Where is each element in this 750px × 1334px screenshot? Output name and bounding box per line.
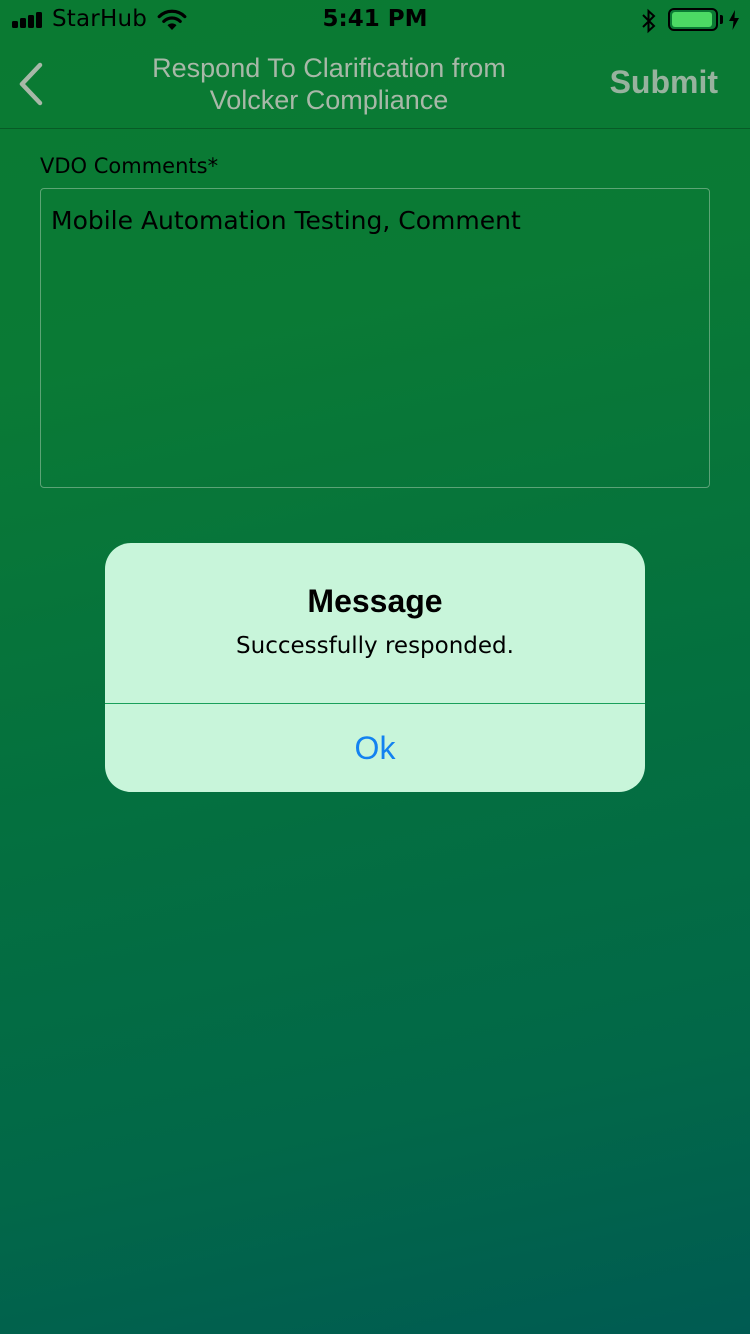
back-button[interactable]: [14, 60, 48, 108]
alert-message: Successfully responded.: [236, 633, 514, 659]
chevron-left-icon: [19, 62, 43, 106]
status-bar: StarHub 5:41 PM: [0, 0, 750, 40]
battery-icon: [668, 8, 718, 31]
battery-level-fill: [672, 12, 712, 27]
page-title: Respond To Clarification from Volcker Co…: [152, 53, 506, 115]
submit-button[interactable]: Submit: [610, 64, 718, 101]
comments-label: VDO Comments*: [40, 154, 219, 178]
ok-button[interactable]: Ok: [105, 704, 645, 792]
alert-title: Message: [307, 583, 443, 619]
battery-tip: [720, 15, 723, 24]
navigation-bar: Respond To Clarification from Volcker Co…: [0, 40, 750, 129]
charging-icon: [729, 10, 739, 30]
status-time: 5:41 PM: [322, 6, 428, 32]
alert-dialog: Message Successfully responded. Ok: [105, 543, 645, 792]
comments-textarea[interactable]: Mobile Automation Testing, Comment: [40, 188, 710, 488]
bluetooth-icon: [642, 8, 656, 34]
